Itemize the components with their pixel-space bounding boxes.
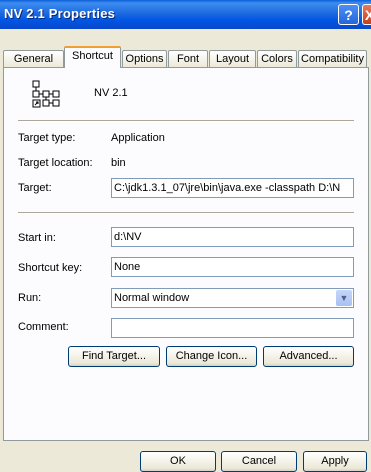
- separator: [18, 212, 354, 214]
- shortcut-key-input[interactable]: None: [111, 257, 354, 277]
- tab-layout[interactable]: Layout: [209, 50, 256, 67]
- shortcut-program-icon: [32, 80, 60, 108]
- target-type-value: Application: [111, 132, 165, 144]
- apply-button[interactable]: Apply: [303, 451, 367, 472]
- start-in-label: Start in:: [18, 232, 56, 244]
- run-label: Run:: [18, 292, 42, 304]
- help-button[interactable]: ?: [338, 4, 359, 25]
- tab-font[interactable]: Font: [168, 50, 208, 67]
- comment-label: Comment:: [18, 321, 69, 333]
- target-type-label: Target type:: [18, 132, 76, 144]
- chevron-down-icon[interactable]: ▼: [336, 290, 352, 306]
- comment-input[interactable]: [111, 318, 354, 338]
- tab-strip: General Shortcut Options Font Layout Col…: [0, 29, 371, 68]
- window-title: NV 2.1 Properties: [4, 6, 116, 21]
- target-input[interactable]: C:\jdk1.3.1_07\jre\bin\java.exe -classpa…: [111, 178, 354, 198]
- tab-general[interactable]: General: [3, 50, 64, 67]
- close-button[interactable]: X: [362, 4, 371, 25]
- tab-shortcut[interactable]: Shortcut: [64, 46, 121, 68]
- ok-button[interactable]: OK: [140, 451, 216, 472]
- advanced-button[interactable]: Advanced...: [263, 346, 354, 367]
- shortcut-key-label: Shortcut key:: [18, 262, 83, 274]
- app-name: NV 2.1: [94, 87, 128, 99]
- target-label: Target:: [18, 182, 52, 194]
- start-in-input[interactable]: d:\NV: [111, 227, 354, 247]
- tab-compatibility[interactable]: Compatibility: [298, 50, 367, 67]
- tab-colors[interactable]: Colors: [257, 50, 297, 67]
- run-select-value: Normal window: [114, 292, 190, 304]
- shortcut-tab-panel: [3, 67, 369, 441]
- separator: [18, 120, 354, 122]
- cancel-button[interactable]: Cancel: [221, 451, 297, 472]
- title-bar[interactable]: NV 2.1 Properties ? X: [0, 0, 371, 29]
- run-select[interactable]: Normal window ▼: [111, 288, 354, 308]
- find-target-button[interactable]: Find Target...: [68, 346, 160, 367]
- target-location-label: Target location:: [18, 157, 93, 169]
- target-location-value: bin: [111, 157, 126, 169]
- change-icon-button[interactable]: Change Icon...: [166, 346, 257, 367]
- tab-options[interactable]: Options: [122, 50, 167, 67]
